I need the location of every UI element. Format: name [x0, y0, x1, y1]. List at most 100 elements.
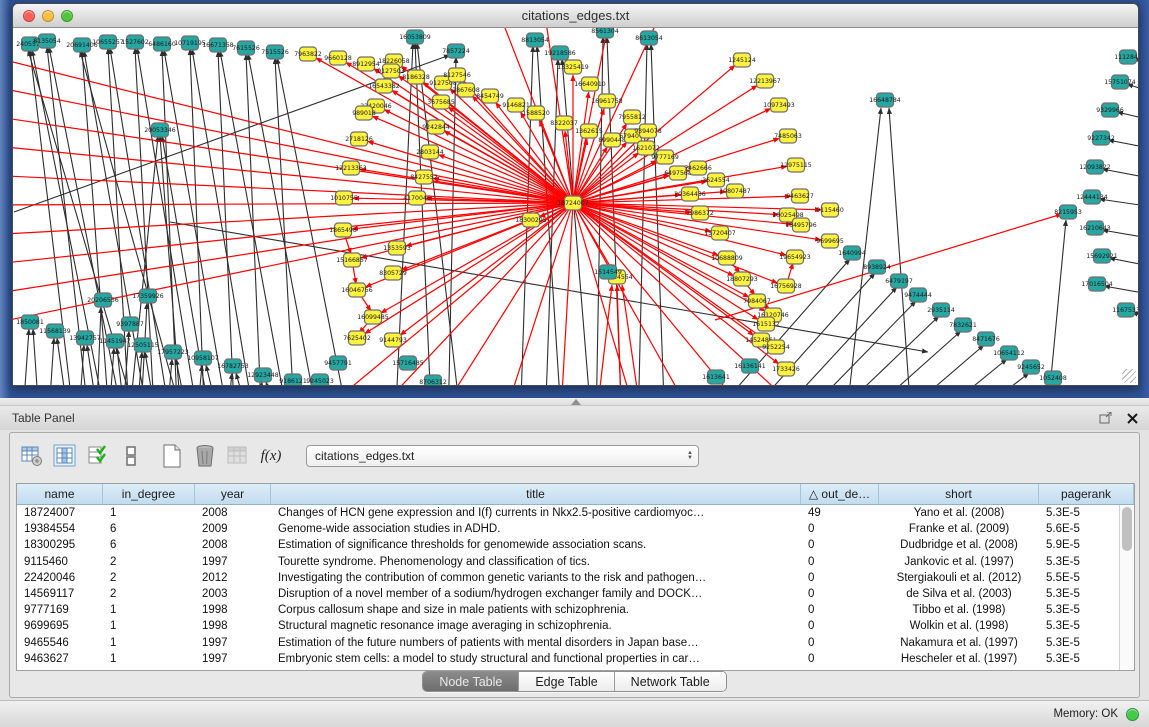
- graph-node[interactable]: 10958107: [187, 351, 219, 365]
- minimize-window-button[interactable]: [42, 10, 54, 22]
- graph-node[interactable]: 15720407: [704, 226, 736, 240]
- table-row[interactable]: 1938455462009Genome-wide association stu…: [17, 521, 1134, 537]
- graph-node[interactable]: 1052408: [1039, 371, 1067, 385]
- column-header-year[interactable]: year: [195, 484, 271, 504]
- graph-node[interactable]: 16543382: [368, 79, 400, 93]
- delete-table-icon[interactable]: [193, 444, 217, 468]
- graph-node[interactable]: 12444134: [1076, 190, 1108, 204]
- network-table-select[interactable]: citations_edges.txt ▲▼: [306, 445, 699, 467]
- graph-node[interactable]: 9186121: [279, 374, 307, 385]
- tab-edge-table[interactable]: Edge Table: [519, 672, 614, 691]
- graph-node[interactable]: 17359926: [132, 289, 164, 303]
- graph-node[interactable]: 1112845: [1114, 50, 1138, 64]
- show-column-icon[interactable]: [53, 444, 77, 468]
- graph-node[interactable]: 19654923: [779, 250, 811, 264]
- graph-node[interactable]: 7832621: [949, 318, 977, 332]
- graph-node[interactable]: 1353593: [383, 241, 411, 255]
- graph-node[interactable]: 989018: [352, 106, 376, 120]
- column-header-title[interactable]: title: [271, 484, 801, 504]
- tab-node-table[interactable]: Node Table: [423, 672, 519, 691]
- graph-node[interactable]: 12923448: [247, 368, 279, 382]
- column-header-short[interactable]: short: [879, 484, 1039, 504]
- table-row[interactable]: 946554611997Estimation of the future num…: [17, 635, 1134, 651]
- graph-node[interactable]: 1613641: [702, 370, 730, 384]
- scrollbar-thumb[interactable]: [1122, 507, 1132, 551]
- graph-node[interactable]: 16756928: [770, 279, 802, 293]
- table-row[interactable]: 1872400712008Changes of HCN gene express…: [17, 505, 1134, 521]
- graph-node[interactable]: 12505115: [127, 338, 159, 352]
- function-builder-icon[interactable]: f(x): [259, 444, 283, 468]
- graph-node[interactable]: 15692921: [1086, 249, 1118, 263]
- panel-divider[interactable]: [0, 398, 1149, 406]
- graph-node[interactable]: 16053809: [399, 30, 431, 44]
- graph-node[interactable]: 9227342: [1087, 131, 1115, 145]
- row-selector-icon[interactable]: [119, 444, 143, 468]
- graph-node[interactable]: 9115460: [816, 203, 844, 217]
- table-row[interactable]: 2242004622012Investigating the contribut…: [17, 570, 1134, 586]
- graph-node[interactable]: 9699695: [816, 234, 844, 248]
- graph-node[interactable]: 1733426: [772, 362, 800, 376]
- graph-node[interactable]: 8322037: [550, 116, 578, 130]
- graph-node[interactable]: 10654112: [993, 346, 1025, 360]
- graph-node[interactable]: 10719195: [174, 36, 206, 50]
- table-row[interactable]: 1830029562008Estimation of significance …: [17, 537, 1134, 553]
- tab-network-table[interactable]: Network Table: [615, 672, 726, 691]
- graph-node[interactable]: 7955812: [618, 110, 646, 124]
- graph-node[interactable]: 7485063: [774, 129, 802, 143]
- panel-divider-grip[interactable]: [571, 399, 581, 405]
- close-panel-icon[interactable]: [1123, 410, 1141, 426]
- graph-node[interactable]: 20206556: [87, 293, 119, 307]
- column-header-out_de[interactable]: △ out_de…: [801, 484, 879, 504]
- graph-node[interactable]: 15751074: [1104, 75, 1136, 89]
- graph-node[interactable]: 1527602: [121, 35, 149, 49]
- graph-node[interactable]: 16648784: [869, 93, 901, 107]
- graph-node[interactable]: 12093822: [1079, 160, 1111, 174]
- graph-node[interactable]: 2935114: [927, 303, 955, 317]
- graph-node[interactable]: 8706312: [419, 375, 447, 385]
- column-header-pagerank[interactable]: pagerank: [1039, 484, 1134, 504]
- graph-node[interactable]: 13942757: [69, 331, 101, 345]
- graph-node[interactable]: 7515526: [261, 45, 289, 59]
- graph-node[interactable]: 6479197: [885, 274, 913, 288]
- graph-node[interactable]: 12213967: [749, 74, 781, 88]
- graph-node[interactable]: 16210643: [1079, 221, 1111, 235]
- graph-node[interactable]: 8215953: [1054, 205, 1082, 219]
- table-row[interactable]: 911546021997Tourette syndrome. Phenomeno…: [17, 554, 1134, 570]
- graph-node[interactable]: 8561304: [591, 28, 619, 38]
- graph-node[interactable]: 12213363: [335, 161, 367, 175]
- graph-node[interactable]: 7986372: [686, 206, 714, 220]
- graph-node[interactable]: 17016504: [1081, 277, 1113, 291]
- graph-node[interactable]: 7615526: [232, 41, 260, 55]
- graph-node[interactable]: 16671358: [202, 38, 234, 52]
- graph-node[interactable]: 17957223: [157, 345, 189, 359]
- table-vertical-scrollbar[interactable]: [1119, 505, 1134, 670]
- graph-node[interactable]: 1245124: [728, 53, 756, 67]
- graph-node[interactable]: 1865498: [329, 223, 357, 237]
- graph-node[interactable]: 9245652: [1017, 360, 1045, 374]
- table-row[interactable]: 969969511998Structural magnetic resonanc…: [17, 618, 1134, 634]
- graph-node[interactable]: 19218586: [544, 46, 576, 60]
- new-table-icon[interactable]: [160, 444, 184, 468]
- graph-node[interactable]: 2718126: [345, 132, 373, 146]
- network-canvas[interactable]: 7963822966012889129541822605891275031654…: [13, 28, 1138, 385]
- table-settings-icon[interactable]: [20, 444, 44, 468]
- graph-node[interactable]: 3624554: [702, 173, 730, 187]
- close-window-button[interactable]: [23, 10, 35, 22]
- column-header-in_degree[interactable]: in_degree: [103, 484, 195, 504]
- graph-node[interactable]: 8471676: [972, 332, 1000, 346]
- graph-node[interactable]: 8938924: [863, 260, 891, 274]
- column-header-name[interactable]: name: [17, 484, 103, 504]
- graph-node[interactable]: 9457791: [324, 356, 352, 370]
- graph-node[interactable]: 12975115: [780, 158, 812, 172]
- graph-node[interactable]: 16046756: [341, 283, 373, 297]
- zoom-window-button[interactable]: [61, 10, 73, 22]
- graph-node[interactable]: 20053346: [144, 123, 176, 137]
- import-table-icon[interactable]: [226, 444, 250, 468]
- graph-node[interactable]: 8813054: [521, 33, 549, 47]
- table-row[interactable]: 1456911722003Disruption of a novel membe…: [17, 586, 1134, 602]
- graph-node[interactable]: 10688809: [711, 251, 743, 265]
- float-panel-icon[interactable]: [1097, 410, 1115, 426]
- graph-node[interactable]: 9329966: [1096, 103, 1124, 117]
- graph-node[interactable]: 1167533: [1112, 303, 1138, 317]
- graph-node[interactable]: 1640994: [838, 246, 866, 260]
